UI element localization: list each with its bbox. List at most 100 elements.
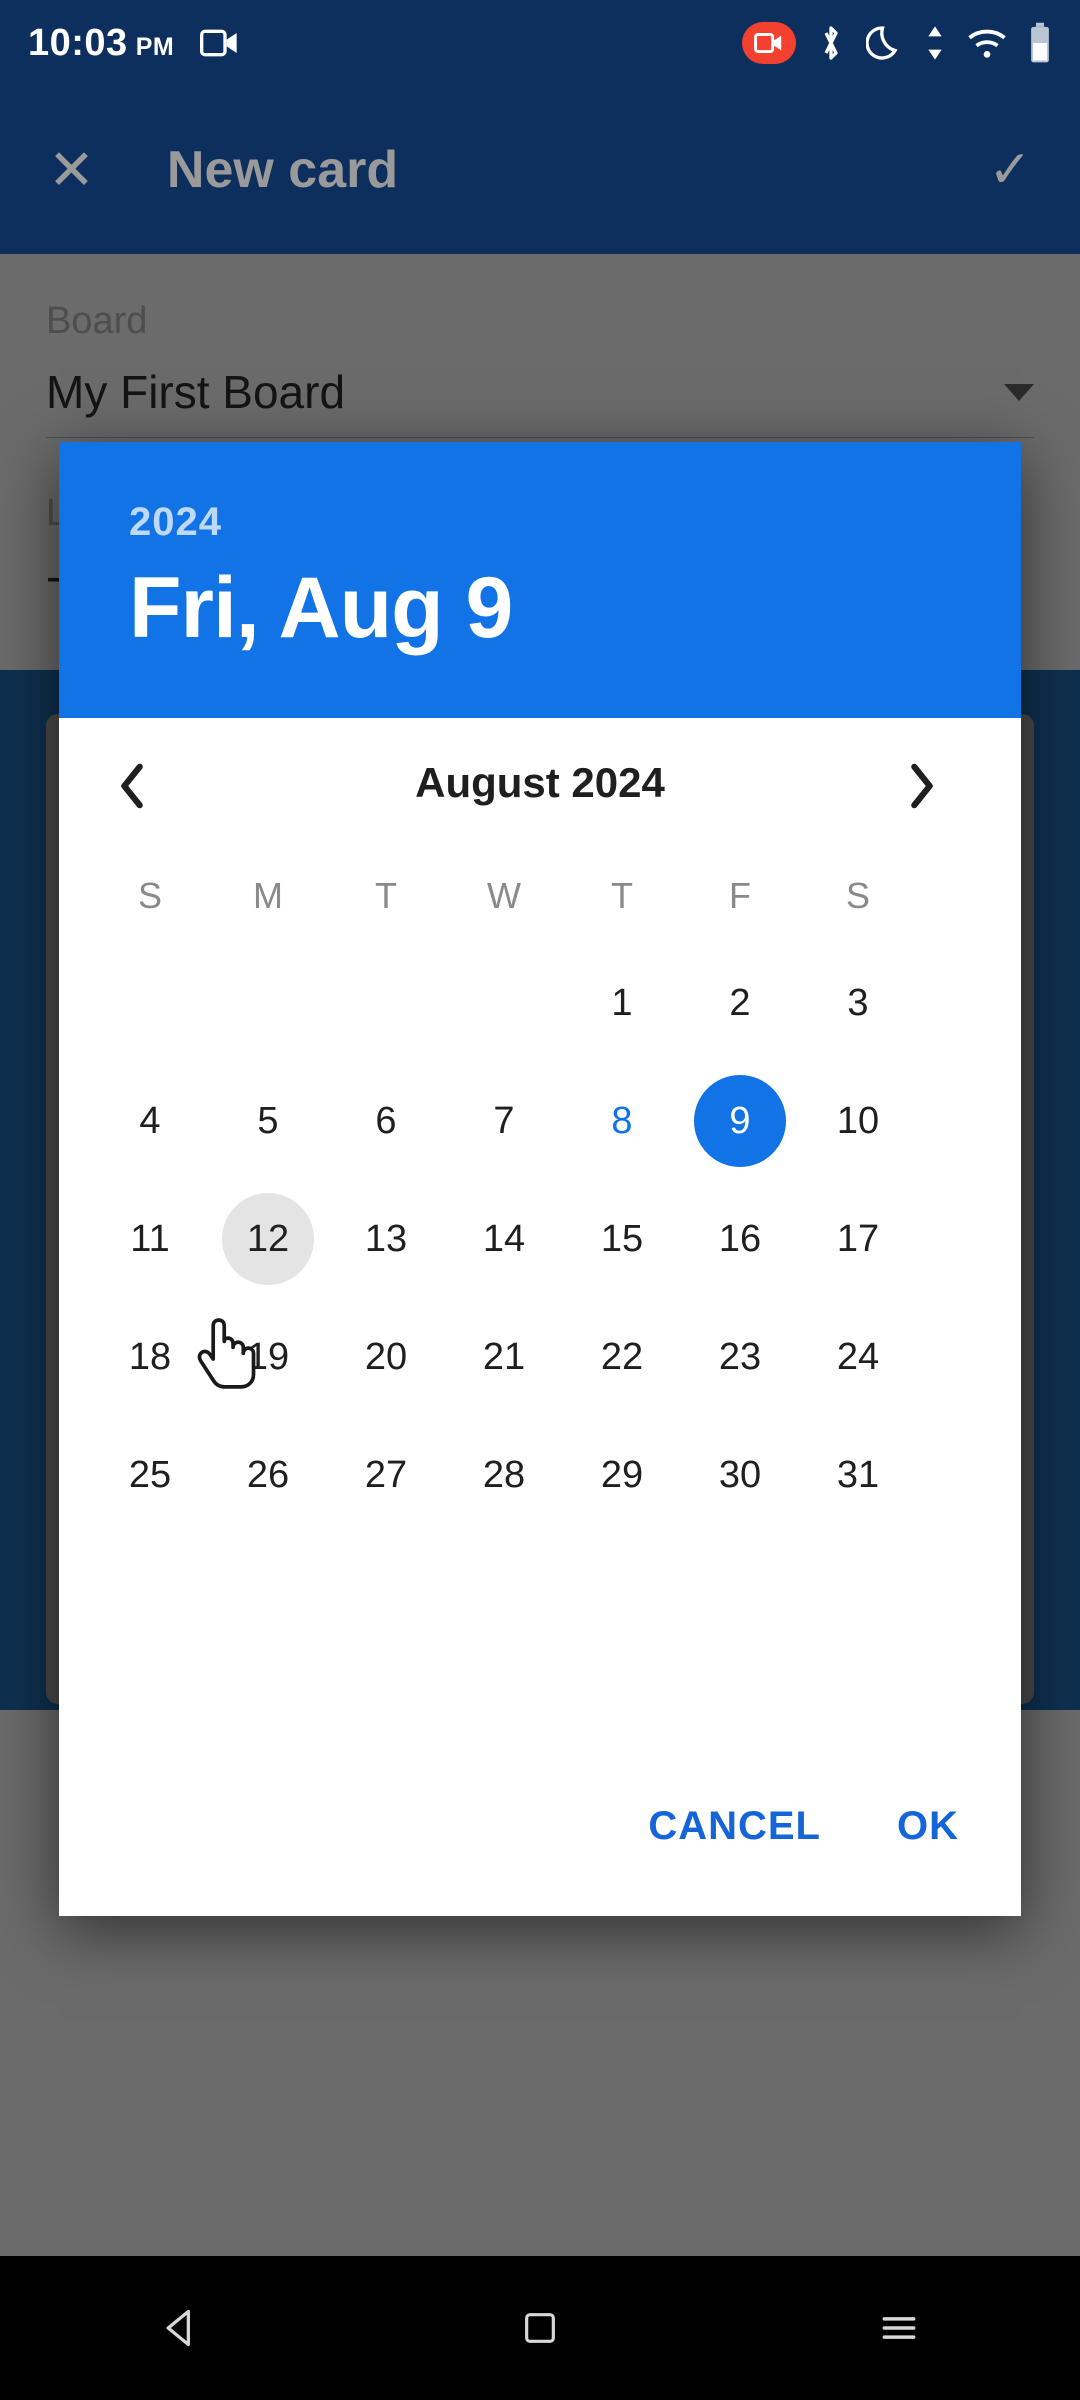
board-field-row[interactable]: My First Board	[46, 365, 1034, 438]
calendar-day-label: 13	[364, 1217, 408, 1260]
calendar-day-empty	[91, 944, 209, 1062]
weekday-label: S	[137, 875, 162, 916]
calendar-day-label: 23	[718, 1335, 762, 1378]
system-navigation-bar	[0, 2256, 1080, 2400]
calendar-day-28[interactable]: 28	[445, 1416, 563, 1534]
calendar-day-6[interactable]: 6	[327, 1062, 445, 1180]
status-bar: 10:03 PM	[0, 0, 1080, 86]
calendar-day-label: 11	[130, 1217, 170, 1260]
calendar-day-24[interactable]: 24	[799, 1298, 917, 1416]
calendar-day-label: 9	[694, 1075, 786, 1167]
calendar-week-row: 11 12 13 14 15 16 17	[91, 1180, 989, 1298]
nav-recents-icon[interactable]	[877, 2306, 921, 2350]
chevron-down-icon[interactable]	[1004, 383, 1034, 401]
calendar-day-16[interactable]: 16	[681, 1180, 799, 1298]
calendar-day-label: 1	[611, 981, 633, 1024]
calendar-day-label: 5	[257, 1099, 279, 1142]
calendar-day-5[interactable]: 5	[209, 1062, 327, 1180]
status-bar-time: 10:03	[28, 21, 128, 64]
mouse-cursor	[196, 1316, 266, 1402]
calendar-day-label: 17	[836, 1217, 880, 1260]
calendar-day-2[interactable]: 2	[681, 944, 799, 1062]
calendar-day-label: 31	[836, 1453, 880, 1496]
recording-badge-icon	[742, 22, 796, 64]
calendar-day-14[interactable]: 14	[445, 1180, 563, 1298]
calendar-day-label: 24	[836, 1335, 880, 1378]
calendar-day-label: 6	[375, 1099, 397, 1142]
calendar-day-29[interactable]: 29	[563, 1416, 681, 1534]
calendar-day-4[interactable]: 4	[91, 1062, 209, 1180]
calendar-day-9[interactable]: 9	[681, 1062, 799, 1180]
calendar-week-row: 4 5 6 7 8 9 10	[91, 1062, 989, 1180]
calendar-day-label: 14	[482, 1217, 526, 1260]
confirm-check-icon[interactable]: ✓	[988, 140, 1032, 200]
weekday-label: S	[845, 875, 870, 916]
calendar-day-12[interactable]: 12	[209, 1180, 327, 1298]
calendar-day-17[interactable]: 17	[799, 1180, 917, 1298]
calendar-day-label: 2	[729, 981, 751, 1024]
calendar-day-23[interactable]: 23	[681, 1298, 799, 1416]
calendar-day-empty	[327, 944, 445, 1062]
page-title: New card	[166, 141, 399, 199]
calendar-day-25[interactable]: 25	[91, 1416, 209, 1534]
calendar-day-label: 20	[364, 1335, 408, 1378]
weekday-label: F	[729, 875, 751, 916]
calendar-day-30[interactable]: 30	[681, 1416, 799, 1534]
calendar-day-22[interactable]: 22	[563, 1298, 681, 1416]
status-bar-ampm: PM	[135, 32, 175, 61]
selected-date-heading[interactable]: Fri, Aug 9	[129, 559, 951, 658]
calendar-day-empty	[209, 944, 327, 1062]
calendar-day-label: 25	[128, 1453, 172, 1496]
calendar-day-label: 21	[482, 1335, 526, 1378]
calendar-day-label: 4	[139, 1099, 161, 1142]
calendar-day-27[interactable]: 27	[327, 1416, 445, 1534]
calendar-day-26[interactable]: 26	[209, 1416, 327, 1534]
nav-home-icon[interactable]	[520, 2308, 560, 2348]
calendar-day-label: 7	[493, 1099, 515, 1142]
weekday-label: T	[611, 875, 633, 916]
weekday-header-row: SMTWTFS	[91, 848, 989, 944]
ok-button[interactable]: OK	[897, 1804, 959, 1849]
board-field-value: My First Board	[46, 366, 346, 418]
calendar-day-label: 27	[364, 1453, 408, 1496]
calendar-day-18[interactable]: 18	[91, 1298, 209, 1416]
calendar-week-row: 25 26 27 28 29 30 31	[91, 1416, 989, 1534]
nav-back-icon[interactable]	[159, 2306, 203, 2350]
calendar-day-3[interactable]: 3	[799, 944, 917, 1062]
calendar-day-label: 28	[482, 1453, 526, 1496]
calendar-day-31[interactable]: 31	[799, 1416, 917, 1534]
date-picker-dialog: 2024 Fri, Aug 9 August 2024 SMTWTFS12345…	[59, 442, 1021, 1916]
weekday-label: W	[487, 875, 521, 916]
calendar-day-20[interactable]: 20	[327, 1298, 445, 1416]
calendar-day-label: 8	[611, 1099, 633, 1142]
calendar-day-8[interactable]: 8	[563, 1062, 681, 1180]
battery-icon	[1028, 22, 1052, 64]
calendar-day-label: 30	[718, 1453, 762, 1496]
weekday-label: M	[253, 875, 283, 916]
calendar-day-11[interactable]: 11	[91, 1180, 209, 1298]
cancel-button[interactable]: CANCEL	[648, 1804, 821, 1849]
wifi-icon	[966, 26, 1008, 60]
calendar-day-10[interactable]: 10	[799, 1062, 917, 1180]
calendar-day-label: 12	[222, 1193, 314, 1285]
dialog-action-bar: CANCEL OK	[59, 1736, 1021, 1916]
month-year-label: August 2024	[415, 759, 665, 806]
calendar-day-7[interactable]: 7	[445, 1062, 563, 1180]
calendar-day-label: 15	[600, 1217, 644, 1260]
calendar-day-label: 16	[718, 1217, 762, 1260]
selected-year[interactable]: 2024	[129, 500, 951, 545]
data-transfer-icon	[924, 23, 946, 63]
calendar-day-15[interactable]: 15	[563, 1180, 681, 1298]
calendar-day-label: 10	[836, 1099, 880, 1142]
calendar-grid: S M T W T F S 1 2 3 4 5 6 7 8 9 10 11 12 13 14 15 16 17 18 19 20 21…	[59, 848, 1021, 1534]
weekday-label: T	[375, 875, 397, 916]
calendar-day-21[interactable]: 21	[445, 1298, 563, 1416]
close-icon[interactable]: ✕	[48, 142, 95, 198]
calendar-day-label: 3	[847, 981, 869, 1024]
calendar-day-1[interactable]: 1	[563, 944, 681, 1062]
board-field-label: Board	[46, 300, 148, 342]
calendar-day-13[interactable]: 13	[327, 1180, 445, 1298]
do-not-disturb-moon-icon	[866, 23, 904, 63]
calendar-day-label: 22	[600, 1335, 644, 1378]
app-bar: ✕ New card ✓	[0, 86, 1080, 254]
